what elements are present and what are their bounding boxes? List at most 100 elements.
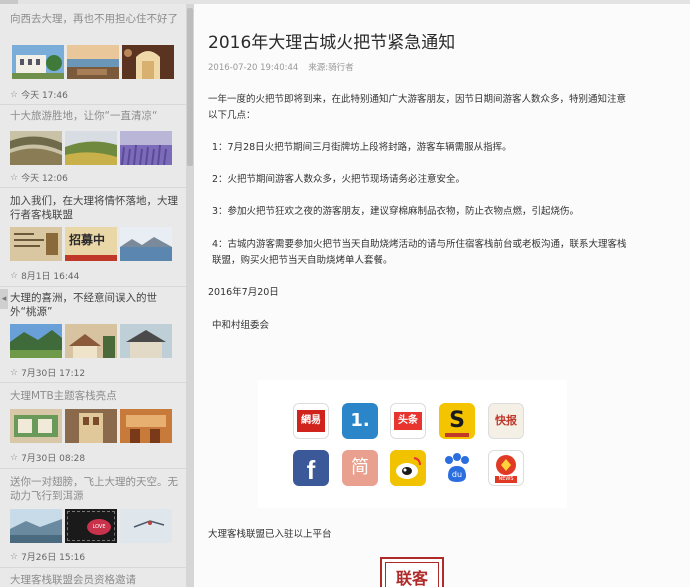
sidebar-item[interactable]: 加入我们，在大理将情怀落地，大理行者客栈联盟 招募中 ☆ 8月1日 16:44 <box>10 194 178 282</box>
thumb-image[interactable] <box>10 324 62 358</box>
star-icon[interactable]: ☆ <box>10 271 18 281</box>
item-time: 今天 12:06 <box>21 174 68 184</box>
divider <box>0 382 186 383</box>
star-icon[interactable]: ☆ <box>10 90 18 100</box>
sidebar-item[interactable]: 向西去大理，再也不用担心住不好了 ☆ 今天 17:46 <box>10 12 178 101</box>
thumb-image[interactable] <box>122 45 174 79</box>
kuaibao-icon: 快报 <box>488 403 524 439</box>
article-meta: 2016-07-20 19:40:44 来源:骑行者 <box>208 61 354 73</box>
item-time: 今天 17:46 <box>21 91 68 101</box>
thumb-row <box>10 324 174 358</box>
banner-stripe <box>65 255 117 261</box>
item-meta: ☆ 今天 12:06 <box>10 171 68 185</box>
collapse-sidebar-icon[interactable]: ◂ <box>0 289 8 309</box>
platform-icons-panel: 網易 1. 头条 S 快报 f 简 du NEWS <box>258 380 567 508</box>
item-time: 7月30日 08:28 <box>21 454 86 464</box>
thumb-image[interactable] <box>120 409 172 443</box>
sidebar-item[interactable]: 十大旅游胜地，让你“一直清凉“ ☆ 今天 12:06 <box>10 109 178 184</box>
divider <box>0 286 186 287</box>
sidebar-item-title[interactable]: 大理客栈联盟会员资格邀请 <box>10 573 178 587</box>
item-meta: ☆ 7月30日 17:12 <box>10 366 86 380</box>
star-icon[interactable]: ☆ <box>10 453 18 463</box>
seal-text: 联客 <box>395 569 428 587</box>
yidian-label: 1. <box>350 410 370 431</box>
divider <box>0 468 186 469</box>
thumb-image[interactable] <box>120 131 172 165</box>
thumb-row <box>10 131 174 165</box>
item-meta: ☆ 7月26日 15:16 <box>10 550 86 564</box>
netease-label: 網易 <box>297 410 325 432</box>
article-date-line: 2016年7月20日 <box>208 287 279 298</box>
jian-icon: 简 <box>342 450 378 486</box>
baidu-paw-icon <box>445 453 469 482</box>
thumb-image[interactable] <box>12 45 64 79</box>
sidebar-item[interactable]: 送你一对翅膀，飞上大理的天空。无动力飞行到洱源 LOVE ☆ 7月26日 15:1… <box>10 475 178 563</box>
thumb-row: LOVE <box>10 509 174 543</box>
item-meta: ☆ 8月1日 16:44 <box>10 269 80 283</box>
star-icon[interactable]: ☆ <box>10 552 18 562</box>
thumb-image[interactable] <box>10 409 62 443</box>
article-source: 来源:骑行者 <box>308 63 354 73</box>
sidebar-item[interactable]: 大理客栈联盟会员资格邀请 <box>10 573 178 587</box>
item-time: 7月30日 17:12 <box>21 369 86 379</box>
thumb-row: 招募中 <box>10 227 174 261</box>
sidebar: 向西去大理，再也不用担心住不好了 ☆ 今天 17:46 十大旅游胜地，让你“一直清… <box>0 4 186 587</box>
item-meta: ☆ 7月30日 08:28 <box>10 451 86 465</box>
article-title: 2016年大理古城火把节紧急通知 <box>208 33 456 53</box>
notice-point: 3：参加火把节狂欢之夜的游客朋友，建议穿棉麻制品衣物，防止衣物点燃，引起烧伤。 <box>212 206 580 217</box>
thumb-image[interactable] <box>120 509 172 543</box>
love-thumb[interactable]: LOVE <box>65 509 117 543</box>
star-icon[interactable]: ☆ <box>10 368 18 378</box>
sidebar-item-title[interactable]: 加入我们，在大理将情怀落地，大理行者客栈联盟 <box>10 194 178 222</box>
sidebar-item-title[interactable]: 十大旅游胜地，让你“一直清凉“ <box>10 109 178 123</box>
item-time: 8月1日 16:44 <box>21 272 80 282</box>
sidebar-item-title[interactable]: 送你一对翅膀，飞上大理的天空。无动力飞行到洱源 <box>10 475 178 503</box>
star-icon[interactable]: ☆ <box>10 173 18 183</box>
thumb-image[interactable] <box>120 227 172 261</box>
article-panel: 2016年大理古城火把节紧急通知 2016-07-20 19:40:44 来源:骑… <box>194 4 690 587</box>
thumb-row <box>10 45 174 79</box>
platforms-note: 大理客栈联盟已入驻以上平台 <box>208 529 332 540</box>
thumb-image[interactable] <box>65 324 117 358</box>
thumb-image[interactable] <box>65 131 117 165</box>
people-news-label: NEWS <box>495 476 517 483</box>
sidebar-item-title[interactable]: 大理MTB主题客栈亮点 <box>10 389 178 403</box>
banner-text: 招募中 <box>69 233 106 247</box>
baidu-label: du <box>451 470 463 479</box>
netease-news-icon: 網易 <box>293 403 329 439</box>
thumb-image[interactable] <box>120 324 172 358</box>
article-signature: 中和村组委会 <box>212 320 270 331</box>
thumb-image[interactable] <box>10 131 62 165</box>
baidu-icon: du <box>439 450 475 486</box>
divider <box>0 104 186 105</box>
notice-point: 2：火把节期间游客人数众多，火把节现场请务必注意安全。 <box>212 174 466 185</box>
notice-point: 1：7月28日火把节期间三月街牌坊上段将封路，游客车辆需服从指挥。 <box>212 142 512 153</box>
facebook-label: f <box>306 455 316 485</box>
thumb-row <box>10 409 174 443</box>
scrollbar-thumb[interactable] <box>187 8 193 166</box>
item-time: 7月26日 15:16 <box>21 553 86 563</box>
toutiao-icon: 头条 <box>390 403 426 439</box>
jian-label: 简 <box>351 457 369 478</box>
sidebar-item[interactable]: 大理MTB主题客栈亮点 ☆ 7月30日 08:28 <box>10 389 178 464</box>
yidian-icon: 1. <box>342 403 378 439</box>
thumb-image[interactable] <box>10 227 62 261</box>
thumb-image[interactable] <box>10 509 62 543</box>
sidebar-item[interactable]: 大理的喜洲，不经意间误入的世外“桃源” ☆ 7月30日 17:12 <box>10 291 178 379</box>
weibo-icon <box>390 450 426 486</box>
sohu-stripe <box>445 433 469 437</box>
people-news-icon: NEWS <box>488 450 524 486</box>
thumb-image[interactable] <box>67 45 119 79</box>
thumb-image[interactable] <box>65 409 117 443</box>
facebook-icon: f <box>293 450 329 486</box>
recruit-banner[interactable]: 招募中 <box>65 227 117 261</box>
sohu-icon: S <box>439 403 475 439</box>
divider <box>0 567 186 568</box>
seal-logo: 联客 <box>380 557 444 587</box>
sidebar-item-title[interactable]: 大理的喜洲，不经意间误入的世外“桃源” <box>10 291 178 319</box>
article-intro: 一年一度的火把节即将到来，在此特别通知广大游客朋友，因节日期间游客人数众多，特别… <box>208 94 627 121</box>
toutiao-label: 头条 <box>394 412 422 430</box>
notice-point: 4：古城内游客需要参加火把节当天自助烧烤活动的请与所住宿客栈前台或老板沟通，联系… <box>212 239 627 266</box>
weibo-eye-icon <box>396 457 421 479</box>
sidebar-item-title[interactable]: 向西去大理，再也不用担心住不好了 <box>10 12 178 26</box>
